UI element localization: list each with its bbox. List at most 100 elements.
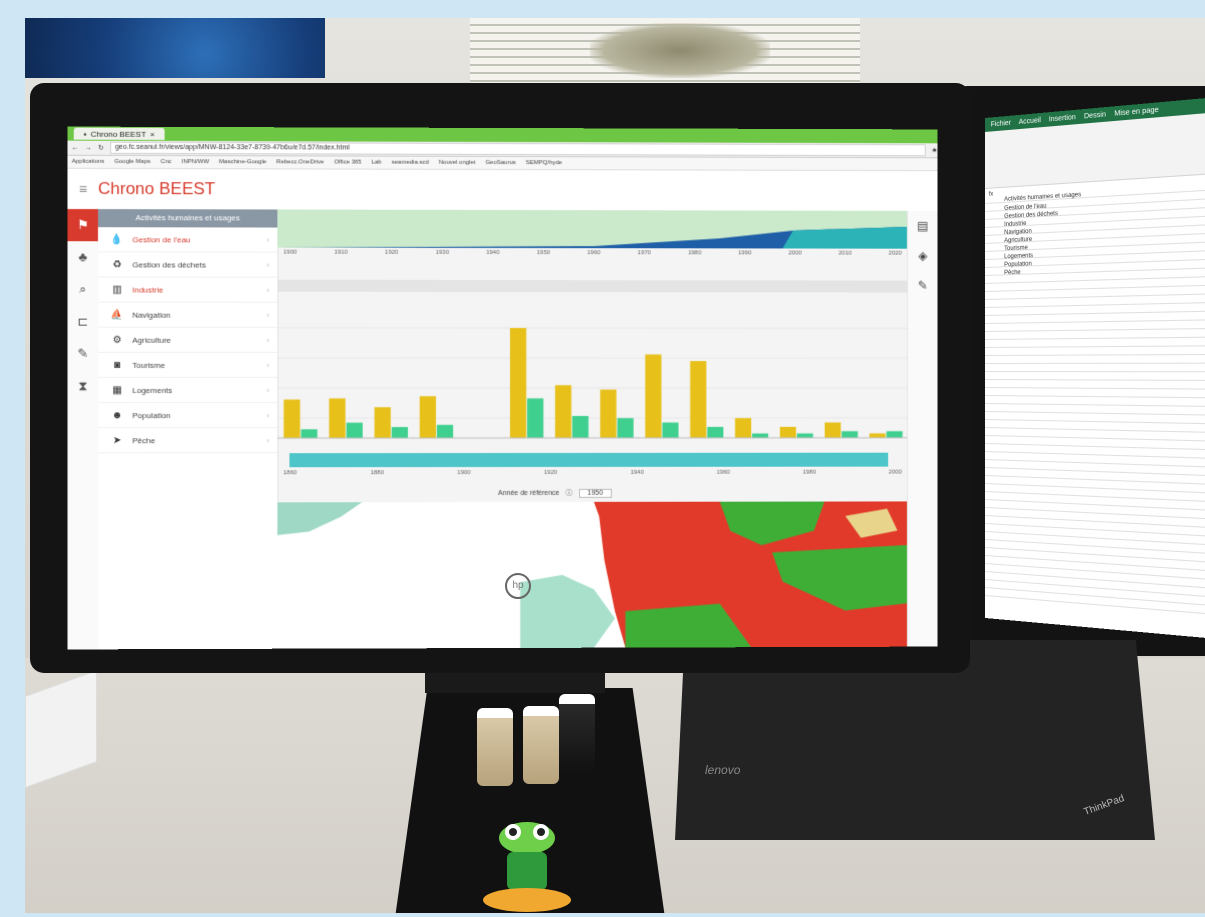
- edit-icon[interactable]: ✎: [908, 271, 938, 301]
- bar-series-1[interactable]: [373, 406, 391, 438]
- camera-icon: ◙: [114, 359, 121, 371]
- slider-axis: 1860 1880 1900 1920 1940 1960 1980 2000: [277, 470, 908, 477]
- excel-window: Fichier Accueil Insertion Dessin Mise en…: [985, 97, 1205, 639]
- people-icon[interactable]: ⚑: [67, 209, 99, 242]
- bar-series-2[interactable]: [662, 422, 679, 438]
- axis-tick: 2020: [888, 250, 902, 257]
- menu-item-fishing[interactable]: ➤ Pêche ›: [98, 428, 278, 454]
- layers-icon[interactable]: ▤: [908, 211, 938, 241]
- boat-icon: ⛵: [110, 309, 124, 321]
- pencil-icon[interactable]: ✎: [68, 338, 98, 370]
- menu-item-waste[interactable]: ♻ Gestion des déchets ›: [98, 252, 278, 278]
- bar-series-1[interactable]: [419, 395, 436, 438]
- back-icon[interactable]: ←: [72, 144, 79, 151]
- bar-series-2[interactable]: [886, 431, 903, 438]
- sheep-icon[interactable]: ♣: [68, 241, 98, 273]
- bar-series-1[interactable]: [690, 361, 707, 438]
- bar-series-1[interactable]: [824, 422, 841, 438]
- bar-series-1[interactable]: [600, 390, 618, 439]
- favicon-icon: ▪: [83, 129, 87, 139]
- bookmark[interactable]: Rebecc.OneDrive: [276, 159, 324, 165]
- spreadsheet-grid[interactable]: Activités humaines et usages Gestion de …: [985, 181, 1205, 617]
- bar-series-1[interactable]: [645, 354, 662, 438]
- browser-tab[interactable]: ▪ Chrono BEEST ×: [73, 127, 165, 140]
- menu-item-housing[interactable]: ▦ Logements ›: [98, 377, 278, 404]
- bar-series-1[interactable]: [869, 433, 886, 438]
- bar-series-1[interactable]: [328, 397, 345, 438]
- area-chart-strip: [277, 209, 908, 249]
- bar-series-2[interactable]: [796, 433, 814, 438]
- axis-tick: 1970: [637, 250, 651, 257]
- map-view[interactable]: [277, 501, 908, 649]
- excel-tab[interactable]: Dessin: [1084, 111, 1106, 120]
- bar-series-2[interactable]: [300, 429, 318, 439]
- menu-item-agriculture[interactable]: ⚙ Agriculture ›: [98, 327, 278, 353]
- laptop-brand: lenovo: [705, 763, 741, 777]
- bar-series-2[interactable]: [391, 426, 408, 438]
- bookmark[interactable]: GeoSaurus: [485, 160, 515, 166]
- chevron-right-icon: ›: [266, 335, 270, 345]
- chart-grid: [277, 328, 908, 418]
- menu-item-navigation[interactable]: ⛵ Navigation ›: [98, 302, 278, 328]
- menu-item-population[interactable]: ☻ Population ›: [98, 403, 278, 429]
- star-icon[interactable]: ★: [931, 146, 937, 154]
- bookmark[interactable]: Lab: [371, 160, 381, 166]
- search-icon[interactable]: ⌕: [68, 273, 98, 305]
- area-chart: [277, 225, 908, 249]
- sand-jar: [477, 708, 513, 786]
- close-icon[interactable]: ×: [150, 129, 155, 138]
- bookmark[interactable]: Maschine-Google: [219, 159, 266, 165]
- excel-tab[interactable]: Mise en page: [1114, 106, 1158, 117]
- bar-series-1[interactable]: [779, 426, 797, 438]
- bookmark[interactable]: Nouvel onglet: [439, 160, 476, 166]
- bar-series-2[interactable]: [345, 421, 362, 438]
- hamburger-icon[interactable]: ≡: [68, 181, 98, 197]
- axis-tick: 1980: [802, 469, 817, 476]
- bar-series-2[interactable]: [617, 418, 634, 438]
- bar-series-1[interactable]: [283, 399, 301, 439]
- bookmark[interactable]: Office 365: [334, 160, 361, 166]
- hourglass-icon[interactable]: ⧗: [68, 370, 98, 402]
- bar-series-1[interactable]: [735, 418, 752, 438]
- bar-series-1[interactable]: [510, 328, 527, 439]
- bar-series-2[interactable]: [752, 433, 769, 438]
- bar-series-2[interactable]: [572, 416, 590, 439]
- reload-icon[interactable]: ↻: [98, 144, 104, 152]
- timeline-slider[interactable]: [289, 452, 889, 468]
- excel-tab[interactable]: Fichier: [991, 119, 1011, 128]
- land-use-map: [277, 501, 908, 649]
- chevron-right-icon: ›: [266, 235, 270, 245]
- bar-series-1[interactable]: [555, 385, 572, 439]
- paint-icon[interactable]: ◈: [908, 241, 938, 271]
- bar-series-2[interactable]: [841, 431, 858, 438]
- info-icon[interactable]: ⓘ: [565, 488, 572, 498]
- bookmark[interactable]: Applications: [72, 159, 105, 165]
- bookmark[interactable]: Cnc: [161, 159, 172, 165]
- bar-series-2[interactable]: [707, 426, 724, 438]
- tree-outside: [590, 23, 770, 78]
- bookmark[interactable]: INPN/WW: [181, 159, 209, 165]
- address-bar[interactable]: geo.fc.seanul.fr/views/app/MNW-8124-33e7…: [109, 141, 926, 157]
- dark-sand-jar: [559, 694, 595, 772]
- menu-item-tourism[interactable]: ◙ Tourisme ›: [98, 352, 278, 378]
- menu-item-label: Logements: [132, 385, 173, 395]
- excel-tab[interactable]: Insertion: [1049, 113, 1076, 123]
- screen: ▪ Chrono BEEST × ← → ↻ geo.fc.seanul.fr/…: [67, 126, 938, 650]
- bookmark[interactable]: SEMPQ/hyde: [526, 160, 562, 166]
- wall-map: [25, 18, 325, 78]
- bar-series-2[interactable]: [527, 398, 544, 439]
- cart-icon[interactable]: ⊏: [68, 306, 98, 338]
- forward-icon[interactable]: →: [85, 144, 92, 151]
- browser-tab-title: Chrono BEEST: [90, 129, 147, 139]
- menu-item-water[interactable]: 💧 Gestion de l'eau ›: [98, 227, 278, 253]
- hp-logo: hp: [505, 573, 531, 599]
- excel-tab[interactable]: Accueil: [1019, 117, 1041, 126]
- bookmark[interactable]: seamedia.scd: [392, 160, 429, 166]
- bookmark[interactable]: Google Maps: [115, 159, 151, 165]
- reference-year-input[interactable]: 1950: [578, 488, 612, 498]
- window-blinds: [470, 18, 860, 83]
- app-body: ⚑ ♣ ⌕ ⊏ ✎ ⧗ Activités humaines et usages…: [67, 209, 938, 650]
- bar-series-2[interactable]: [436, 424, 453, 438]
- menu-item-industry[interactable]: ▥ Industrie ›: [98, 277, 278, 303]
- reference-year-label: Année de référence: [498, 489, 560, 497]
